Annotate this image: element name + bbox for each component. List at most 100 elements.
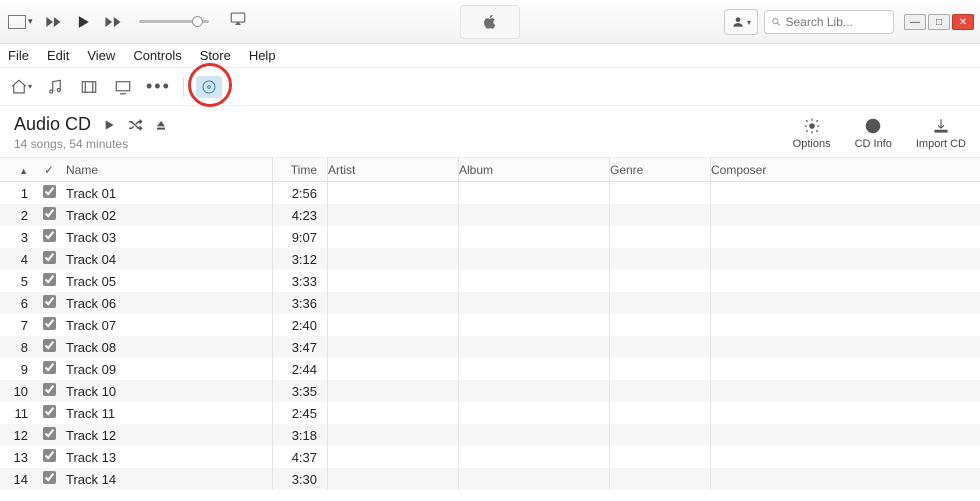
- prev-track-button[interactable]: [43, 12, 63, 32]
- cell-check[interactable]: [36, 185, 62, 201]
- cell-time: 3:12: [273, 252, 327, 267]
- account-button[interactable]: ▾: [724, 9, 758, 35]
- table-row[interactable]: 9 Track 092:44: [0, 358, 980, 380]
- import-icon: [931, 116, 951, 136]
- cell-time: 2:40: [273, 318, 327, 333]
- table-row[interactable]: 8Track 083:47: [0, 336, 980, 358]
- cell-time: 3:30: [273, 472, 327, 487]
- cell-check[interactable]: [36, 317, 62, 333]
- importcd-label: Import CD: [916, 138, 966, 150]
- table-header: ▲ ✓ Name Time Artist Album Genre Compose…: [0, 158, 980, 182]
- cell-number: 7: [0, 318, 36, 333]
- window-view-selector[interactable]: ▾: [8, 15, 33, 29]
- table-row[interactable]: 6Track 063:36: [0, 292, 980, 314]
- cell-check[interactable]: [36, 273, 62, 289]
- search-field[interactable]: [764, 10, 894, 34]
- tv-icon[interactable]: [112, 76, 134, 98]
- apple-logo: [460, 5, 520, 39]
- cell-name: Track 14: [62, 472, 272, 487]
- cell-name: Track 12: [62, 428, 272, 443]
- menu-view[interactable]: View: [87, 48, 115, 63]
- eject-button[interactable]: [153, 117, 169, 133]
- table-row[interactable]: 11Track 112:45: [0, 402, 980, 424]
- cell-check[interactable]: [36, 339, 62, 355]
- cell-number: 14: [0, 472, 36, 487]
- cdinfo-button[interactable]: CD Info: [855, 116, 892, 150]
- table-row[interactable]: 5Track 053:33: [0, 270, 980, 292]
- search-input[interactable]: [786, 15, 888, 29]
- cell-time: 3:47: [273, 340, 327, 355]
- cell-check[interactable]: [36, 427, 62, 443]
- table-row[interactable]: 10Track 103:35: [0, 380, 980, 402]
- col-check[interactable]: ✓: [36, 163, 62, 177]
- music-icon[interactable]: [44, 76, 66, 98]
- cell-name: Track 04: [62, 252, 272, 267]
- col-artist[interactable]: Artist: [328, 163, 458, 177]
- table-row[interactable]: 1Track 012:56: [0, 182, 980, 204]
- next-track-button[interactable]: [103, 12, 123, 32]
- cd-tab[interactable]: [196, 76, 222, 98]
- cell-check[interactable]: [36, 295, 62, 311]
- maximize-button[interactable]: □: [928, 14, 950, 30]
- shuffle-button[interactable]: [127, 117, 143, 133]
- cell-time: 4:23: [273, 208, 327, 223]
- cell-check[interactable]: [36, 449, 62, 465]
- minimize-button[interactable]: —: [904, 14, 926, 30]
- menu-controls[interactable]: Controls: [133, 48, 181, 63]
- cell-check[interactable]: [36, 361, 62, 377]
- menu-help[interactable]: Help: [249, 48, 276, 63]
- play-button[interactable]: [73, 12, 93, 32]
- cell-number: 10: [0, 384, 36, 399]
- gear-icon: [802, 116, 822, 136]
- menu-bar: File Edit View Controls Store Help: [0, 44, 980, 68]
- table-row[interactable]: 13Track 134:37: [0, 446, 980, 468]
- player-bar: ▾ ▾ — □ ✕: [0, 0, 980, 44]
- cell-number: 11: [0, 406, 36, 421]
- home-icon[interactable]: ▾: [10, 76, 32, 98]
- cell-check[interactable]: [36, 405, 62, 421]
- table-row[interactable]: 12Track 123:18: [0, 424, 980, 446]
- options-label: Options: [793, 138, 831, 150]
- cell-number: 1: [0, 186, 36, 201]
- cell-number: 6: [0, 296, 36, 311]
- table-row[interactable]: 4 Track 043:12: [0, 248, 980, 270]
- col-name[interactable]: Name: [62, 163, 272, 177]
- volume-slider[interactable]: [139, 20, 209, 23]
- cell-check[interactable]: [36, 383, 62, 399]
- table-row[interactable]: 7Track 072:40: [0, 314, 980, 336]
- close-button[interactable]: ✕: [952, 14, 974, 30]
- cell-number: 4: [0, 252, 36, 267]
- menu-edit[interactable]: Edit: [47, 48, 69, 63]
- cell-time: 2:56: [273, 186, 327, 201]
- menu-store[interactable]: Store: [200, 48, 231, 63]
- play-cd-button[interactable]: [101, 117, 117, 133]
- cell-name: Track 09: [62, 362, 272, 377]
- cell-time: 3:35: [273, 384, 327, 399]
- table-row[interactable]: 14 Track 143:30: [0, 468, 980, 490]
- cell-name: Track 11: [62, 406, 272, 421]
- cell-check[interactable]: [36, 207, 62, 223]
- cell-check[interactable]: [36, 471, 62, 487]
- window-controls: — □ ✕: [904, 14, 974, 30]
- table-row[interactable]: 2Track 024:23: [0, 204, 980, 226]
- col-album[interactable]: Album: [459, 163, 609, 177]
- more-icon[interactable]: •••: [146, 76, 171, 97]
- search-icon: [771, 16, 782, 28]
- cell-time: 2:44: [273, 362, 327, 377]
- options-button[interactable]: Options: [793, 116, 831, 150]
- menu-file[interactable]: File: [8, 48, 29, 63]
- cell-name: Track 13: [62, 450, 272, 465]
- table-row[interactable]: 3Track 039:07: [0, 226, 980, 248]
- cell-time: 3:33: [273, 274, 327, 289]
- cell-check[interactable]: [36, 251, 62, 267]
- cell-check[interactable]: [36, 229, 62, 245]
- col-time[interactable]: Time: [273, 163, 327, 177]
- cd-subtitle: 14 songs, 54 minutes: [14, 137, 169, 151]
- col-composer[interactable]: Composer: [711, 163, 980, 177]
- importcd-button[interactable]: Import CD: [916, 116, 966, 150]
- col-number[interactable]: ▲: [0, 163, 36, 177]
- col-genre[interactable]: Genre: [610, 163, 710, 177]
- movies-icon[interactable]: [78, 76, 100, 98]
- cell-number: 9: [0, 362, 36, 377]
- airplay-icon[interactable]: [229, 10, 247, 33]
